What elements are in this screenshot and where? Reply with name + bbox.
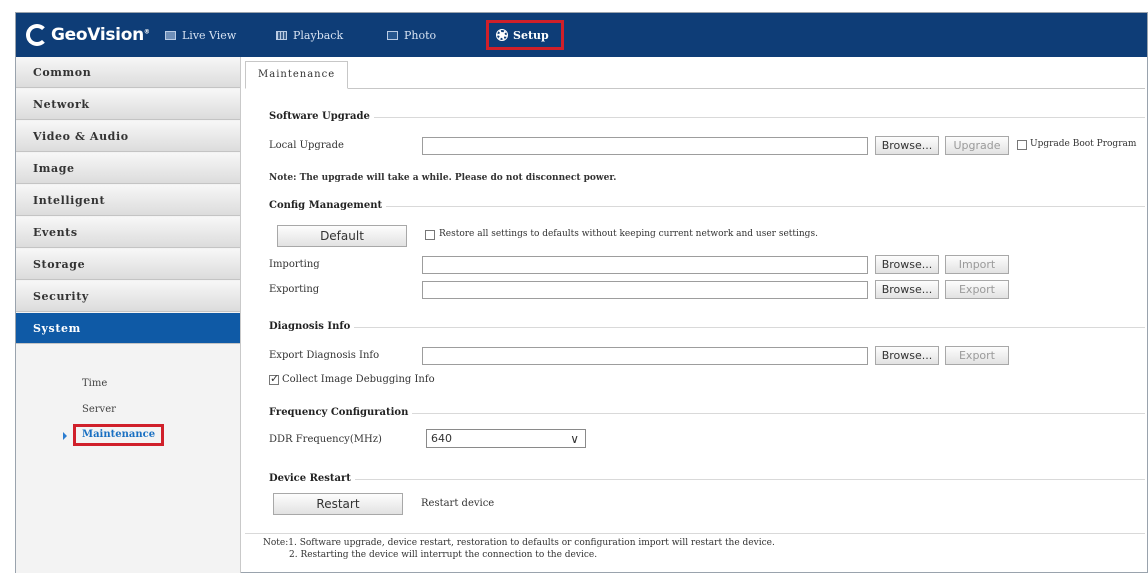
importing-field[interactable] <box>422 256 868 274</box>
export-diagnosis-field[interactable] <box>422 347 868 365</box>
sidebar-item-common[interactable]: Common <box>16 57 240 88</box>
sidebar-item-system[interactable]: System <box>16 313 240 344</box>
divider <box>245 533 1145 534</box>
monitor-icon <box>165 30 176 40</box>
ddr-frequency-label: DDR Frequency(MHz) <box>269 434 382 445</box>
default-button[interactable]: Default <box>277 225 407 247</box>
importing-label: Importing <box>269 259 320 270</box>
nav-playback-label: Playback <box>293 28 344 42</box>
nav-setup-label: Setup <box>513 28 549 42</box>
system-submenu: Time Server Maintenance <box>16 345 240 449</box>
divider <box>269 327 1145 328</box>
export-browse-button[interactable]: Browse... <box>875 280 939 299</box>
app-window: GeoVision® Live View Playback Photo Setu… <box>15 12 1148 573</box>
gear-icon <box>496 29 508 41</box>
restore-defaults-label: Restore all settings to defaults without… <box>439 229 818 239</box>
trademark: ® <box>143 28 150 36</box>
nav-live-view-label: Live View <box>182 28 237 42</box>
exporting-field[interactable] <box>422 281 868 299</box>
import-button[interactable]: Import <box>945 255 1009 274</box>
chevron-down-icon: ∨ <box>570 432 579 446</box>
sidebar-item-security[interactable]: Security <box>16 281 240 312</box>
photo-icon <box>387 30 398 40</box>
submenu-item-maintenance[interactable]: Maintenance <box>16 423 240 449</box>
restore-defaults-checkbox[interactable] <box>425 230 435 240</box>
upgrade-boot-program-label: Upgrade Boot Program <box>1030 139 1137 149</box>
brand-name: GeoVision <box>51 25 144 45</box>
export-diagnosis-label: Export Diagnosis Info <box>269 350 380 361</box>
nav-setup[interactable]: Setup <box>486 20 564 50</box>
import-browse-button[interactable]: Browse... <box>875 255 939 274</box>
nav-photo[interactable]: Photo <box>387 25 436 45</box>
section-title-software-upgrade: Software Upgrade <box>269 111 374 122</box>
submenu-item-time[interactable]: Time <box>16 371 240 397</box>
sidebar-item-image[interactable]: Image <box>16 153 240 184</box>
collect-debugging-checkbox[interactable] <box>269 372 279 385</box>
top-nav-bar: GeoVision® Live View Playback Photo Setu… <box>16 13 1147 57</box>
sidebar-item-events[interactable]: Events <box>16 217 240 248</box>
geovision-logo: GeoVision® <box>26 22 150 48</box>
export-config-button[interactable]: Export <box>945 280 1009 299</box>
diagnosis-browse-button[interactable]: Browse... <box>875 346 939 365</box>
submenu-item-server[interactable]: Server <box>16 397 240 423</box>
sidebar-item-network[interactable]: Network <box>16 89 240 120</box>
section-title-diagnosis-info: Diagnosis Info <box>269 321 355 332</box>
ddr-frequency-select[interactable]: 640 ∨ <box>426 429 586 448</box>
sidebar-item-video-audio[interactable]: Video & Audio <box>16 121 240 152</box>
nav-live-view[interactable]: Live View <box>165 25 236 45</box>
nav-photo-label: Photo <box>404 28 437 42</box>
local-upgrade-field[interactable] <box>422 137 868 155</box>
sidebar-item-intelligent[interactable]: Intelligent <box>16 185 240 216</box>
collect-debugging-label: Collect Image Debugging Info <box>282 374 435 385</box>
tab-bar: Maintenance <box>245 61 1145 89</box>
exporting-label: Exporting <box>269 284 320 295</box>
section-title-device-restart: Device Restart <box>269 473 355 484</box>
tab-maintenance[interactable]: Maintenance <box>245 61 349 89</box>
nav-playback[interactable]: Playback <box>276 25 343 45</box>
playback-icon <box>276 30 287 40</box>
export-diagnosis-button[interactable]: Export <box>945 346 1009 365</box>
main-content: Maintenance Software Upgrade Local Upgra… <box>245 61 1145 570</box>
logo-c-icon <box>26 24 48 46</box>
submenu-item-maintenance-label: Maintenance <box>73 424 165 446</box>
software-browse-button[interactable]: Browse... <box>875 136 939 155</box>
footer-note-line1: Note:1. Software upgrade, device restart… <box>263 538 775 548</box>
upgrade-button[interactable]: Upgrade <box>945 136 1009 155</box>
section-title-config-management: Config Management <box>269 200 387 211</box>
sidebar: Common Network Video & Audio Image Intel… <box>16 57 241 573</box>
section-title-frequency-configuration: Frequency Configuration <box>269 407 413 418</box>
divider <box>269 479 1145 480</box>
sidebar-item-storage[interactable]: Storage <box>16 249 240 280</box>
restart-button[interactable]: Restart <box>273 493 403 515</box>
divider <box>269 206 1145 207</box>
upgrade-note: Note: The upgrade will take a while. Ple… <box>269 173 617 183</box>
upgrade-boot-program-checkbox[interactable] <box>1017 140 1027 150</box>
local-upgrade-label: Local Upgrade <box>269 140 344 151</box>
footer-note-line2: 2. Restarting the device will interrupt … <box>289 550 598 560</box>
current-item-arrow-icon <box>63 432 67 440</box>
divider <box>269 117 1145 118</box>
restart-device-label: Restart device <box>421 498 495 509</box>
ddr-frequency-value: 640 <box>431 432 452 445</box>
